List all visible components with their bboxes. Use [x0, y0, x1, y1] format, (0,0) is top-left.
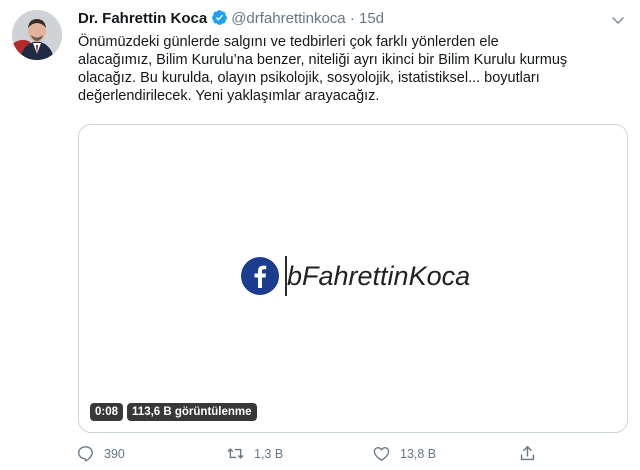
tweet-text-line: olacağız. Bu kurulda, olayın psikolojik,… — [78, 70, 540, 86]
video-badges: 0:08 113,6 B görüntülenme — [90, 403, 257, 421]
facebook-icon — [241, 257, 279, 295]
reply-count: 390 — [104, 446, 125, 461]
video-duration-badge: 0:08 — [90, 403, 124, 421]
tweet-text-line: Önümüzdeki günlerde salgını ve tedbirler… — [78, 34, 499, 50]
tweet-header: Dr. Fahrettin Koca @drfahrettinkoca · 15d — [78, 9, 384, 29]
retweet-count: 1,3 B — [254, 446, 284, 461]
avatar[interactable] — [12, 10, 62, 60]
tweet-actions: 390 1,3 B 13,8 B — [76, 444, 546, 466]
separator-dot: · — [349, 10, 355, 27]
like-count: 13,8 B — [400, 446, 437, 461]
tweet-timestamp[interactable]: 15d — [359, 10, 384, 27]
retweet-button[interactable]: 1,3 B — [226, 444, 283, 463]
retweet-icon — [227, 448, 244, 459]
author-name[interactable]: Dr. Fahrettin Koca — [78, 10, 207, 27]
verified-badge-icon — [212, 10, 228, 25]
view-count-badge: 113,6 B görüntülenme — [127, 403, 257, 421]
facebook-handle: bFahrettinKoca — [287, 261, 471, 291]
like-button[interactable]: 13,8 B — [372, 444, 436, 463]
tweet-text-line: değerlendirilecek. Yeni yaklaşımlar aray… — [78, 88, 380, 104]
reply-button[interactable]: 390 — [76, 444, 125, 463]
author-handle[interactable]: @drfahrettinkoca — [231, 10, 345, 27]
tweet-text-line: alacağımız, Bilim Kurulu’na benzer, nite… — [78, 52, 568, 68]
caret-down-icon[interactable] — [610, 12, 626, 28]
like-icon — [373, 446, 390, 461]
share-icon — [520, 446, 535, 461]
video-player[interactable]: bFahrettinKoca 0:08 113,6 B görüntülenme — [78, 124, 628, 433]
reply-icon — [78, 446, 93, 462]
share-button[interactable] — [518, 444, 546, 463]
tweet-text: Önümüzdeki günlerde salgını ve tedbirler… — [78, 33, 626, 105]
avatar-photo — [12, 10, 62, 60]
